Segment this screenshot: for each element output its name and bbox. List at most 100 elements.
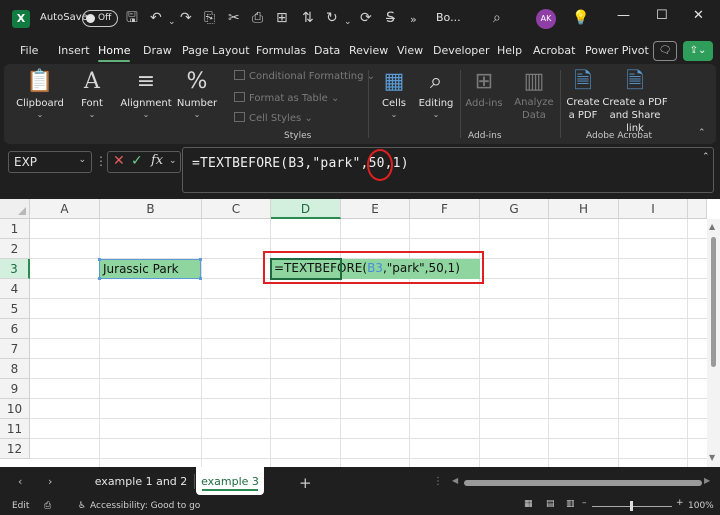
tab-splitter[interactable]: ⋮ (433, 476, 443, 487)
sort-icon[interactable]: ⇅ (302, 9, 314, 27)
cells-group[interactable]: ▦ Cells ⌄ (374, 64, 414, 144)
range-handle[interactable] (199, 277, 202, 280)
save-icon[interactable]: 🖫 (126, 9, 138, 27)
tab-home[interactable]: Home (98, 44, 131, 62)
enter-icon[interactable]: ✓ (131, 153, 143, 169)
strikethrough-icon[interactable]: S̶ (386, 9, 395, 27)
column-header-f[interactable]: F (410, 199, 480, 219)
scrollbar-thumb[interactable] (711, 237, 716, 367)
row-header-3[interactable]: 3 (0, 259, 30, 279)
minimize-icon[interactable]: — (617, 8, 630, 23)
column-header-b[interactable]: B (100, 199, 202, 219)
tab-review[interactable]: Review (349, 44, 388, 57)
copy-icon[interactable]: ⎘ (204, 9, 215, 27)
horizontal-scrollbar[interactable]: ◀ ▶ (450, 476, 712, 488)
zoom-in-icon[interactable]: + (676, 498, 684, 508)
row-header-10[interactable]: 10 (0, 399, 30, 419)
insert-icon[interactable]: ⊞ (276, 9, 288, 27)
number-group[interactable]: % Number ⌄ (176, 64, 218, 144)
normal-view-icon[interactable]: ▦ (524, 499, 533, 509)
row-header-6[interactable]: 6 (0, 319, 30, 339)
column-header-g[interactable]: G (480, 199, 549, 219)
column-header-c[interactable]: C (202, 199, 271, 219)
cut-icon[interactable]: ✂ (228, 9, 240, 27)
autosave-toggle[interactable]: Off (82, 10, 118, 27)
search-icon[interactable]: ⌕ (493, 9, 501, 27)
undo-icon[interactable]: ↶ (150, 9, 162, 27)
row-header-11[interactable]: 11 (0, 419, 30, 439)
tab-view[interactable]: View (397, 44, 423, 57)
tab-help[interactable]: Help (497, 44, 522, 57)
spreadsheet-grid[interactable]: A B C D E F G H I 1 2 3 4 5 6 7 8 9 10 1… (0, 199, 720, 467)
close-icon[interactable]: ✕ (693, 8, 704, 23)
tab-page-layout[interactable]: Page Layout (182, 44, 250, 57)
scroll-left-icon[interactable]: ◀ (452, 476, 458, 485)
expand-formula-bar-icon[interactable]: ⌃ (702, 152, 710, 162)
tab-file[interactable]: File (20, 44, 38, 57)
tab-draw[interactable]: Draw (143, 44, 172, 57)
comments-button[interactable]: 🗨 (653, 41, 677, 61)
tab-formulas[interactable]: Formulas (256, 44, 306, 57)
row-header-7[interactable]: 7 (0, 339, 30, 359)
cell-b3[interactable]: Jurassic Park (98, 258, 202, 280)
tab-developer[interactable]: Developer (433, 44, 490, 57)
sheet-tab-example-1-and-2[interactable]: example 1 and 2 (90, 467, 192, 495)
alignment-group[interactable]: ≡ Alignment ⌄ (116, 64, 176, 144)
column-header-i[interactable]: I (619, 199, 688, 219)
print-icon[interactable]: ⎙ (252, 9, 263, 27)
page-layout-view-icon[interactable]: ▤ (546, 499, 555, 509)
add-sheet-icon[interactable]: + (299, 474, 312, 492)
accessibility-status[interactable]: Accessibility: Good to go (90, 501, 200, 511)
vertical-scrollbar[interactable]: ▲ ▼ (707, 219, 720, 467)
next-sheet-icon[interactable]: › (48, 475, 52, 488)
redo-icon[interactable]: ↷ (180, 9, 192, 27)
row-header-4[interactable]: 4 (0, 279, 30, 299)
column-header-e[interactable]: E (341, 199, 410, 219)
tab-insert[interactable]: Insert (58, 44, 90, 57)
row-header-8[interactable]: 8 (0, 359, 30, 379)
column-header-j[interactable] (688, 199, 707, 219)
refresh-dropdown-icon[interactable]: ⌄ (344, 13, 352, 31)
lightbulb-icon[interactable]: 💡 (572, 9, 589, 27)
clipboard-group[interactable]: 📋 Clipboard ⌄ (12, 64, 68, 144)
zoom-level[interactable]: 100% (688, 501, 714, 511)
undo-dropdown-icon[interactable]: ⌄ (168, 13, 176, 31)
share-button[interactable]: ⇪⌄ (683, 41, 713, 61)
page-break-view-icon[interactable]: ▥ (566, 499, 575, 509)
scroll-down-icon[interactable]: ▼ (709, 453, 715, 462)
row-header-12[interactable]: 12 (0, 439, 30, 459)
editing-group[interactable]: ⌕ Editing ⌄ (416, 64, 456, 144)
scrollbar-thumb[interactable] (464, 480, 702, 486)
range-handle[interactable] (98, 258, 101, 261)
column-header-a[interactable]: A (30, 199, 100, 219)
format-as-table-button[interactable]: Format as Table ⌄ (234, 92, 339, 104)
conditional-formatting-button[interactable]: Conditional Formatting ⌄ (234, 70, 375, 82)
select-all-button[interactable] (0, 199, 30, 219)
accessibility-icon[interactable]: ♿ (78, 501, 86, 511)
column-header-d[interactable]: D (271, 199, 341, 219)
prev-sheet-icon[interactable]: ‹ (18, 475, 22, 488)
repeat-icon[interactable]: ⟳ (360, 9, 372, 27)
range-handle[interactable] (98, 277, 101, 280)
column-header-h[interactable]: H (549, 199, 619, 219)
zoom-out-icon[interactable]: – (582, 498, 587, 508)
refresh-icon[interactable]: ↻ (326, 9, 338, 27)
row-header-1[interactable]: 1 (0, 219, 30, 239)
avatar[interactable]: AK (536, 9, 556, 29)
row-header-9[interactable]: 9 (0, 379, 30, 399)
collapse-ribbon-icon[interactable]: ⌃ (698, 128, 706, 138)
insert-function-icon[interactable]: fx (151, 153, 163, 168)
cancel-icon[interactable]: ✕ (113, 153, 125, 169)
scroll-right-icon[interactable]: ▶ (704, 476, 710, 485)
analyze-data-button[interactable]: ▥ Analyze Data (512, 64, 556, 144)
name-box[interactable]: EXP ⌄ (8, 151, 92, 173)
tab-power-pivot[interactable]: Power Pivot (585, 44, 649, 57)
range-handle[interactable] (199, 258, 202, 261)
tab-data[interactable]: Data (314, 44, 340, 57)
scroll-up-icon[interactable]: ▲ (709, 222, 715, 231)
cell-styles-button[interactable]: Cell Styles ⌄ (234, 112, 313, 124)
zoom-slider-thumb[interactable] (630, 501, 633, 511)
tab-acrobat[interactable]: Acrobat (533, 44, 575, 57)
row-header-5[interactable]: 5 (0, 299, 30, 319)
maximize-icon[interactable]: ☐ (656, 8, 668, 23)
